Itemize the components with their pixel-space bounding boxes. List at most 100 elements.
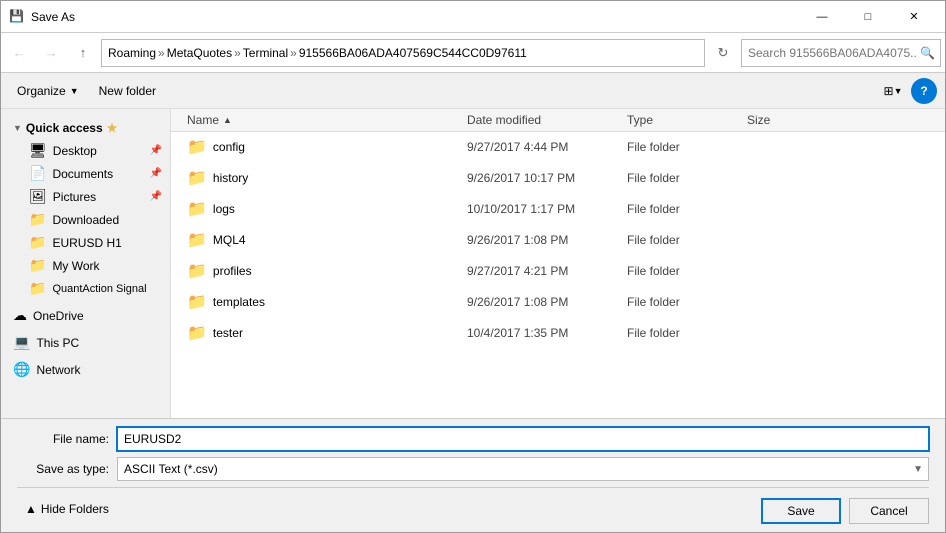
file-name: logs bbox=[213, 202, 235, 216]
documents-label: Documents bbox=[52, 167, 113, 181]
file-type-cell: File folder bbox=[619, 261, 739, 281]
network-label: Network bbox=[36, 363, 80, 377]
file-date-cell: 10/10/2017 1:17 PM bbox=[459, 199, 619, 219]
thispc-label: This PC bbox=[36, 336, 79, 350]
path-roaming: Roaming bbox=[108, 46, 156, 60]
table-row[interactable]: 📁 config 9/27/2017 4:44 PM File folder bbox=[171, 132, 945, 163]
table-row[interactable]: 📁 templates 9/26/2017 1:08 PM File folde… bbox=[171, 287, 945, 318]
col-date-label: Date modified bbox=[467, 113, 541, 127]
desktop-icon: 🖥 bbox=[29, 142, 47, 159]
folder-icon: 📁 bbox=[187, 323, 207, 343]
folder-icon: 📁 bbox=[187, 137, 207, 157]
sidebar-item-quantaction[interactable]: 📁 QuantAction Signal bbox=[1, 277, 170, 300]
file-date-cell: 10/4/2017 1:35 PM bbox=[459, 323, 619, 343]
address-path[interactable]: Roaming » MetaQuotes » Terminal » 915566… bbox=[101, 39, 705, 67]
new-folder-label: New folder bbox=[99, 84, 156, 98]
folder-icon: 📁 bbox=[187, 199, 207, 219]
organize-label: Organize bbox=[17, 84, 66, 98]
bottom-form: File name: Save as type: ASCII Text (*.c… bbox=[1, 418, 945, 532]
network-icon: 🌐 bbox=[13, 361, 30, 378]
savetype-row: Save as type: ASCII Text (*.csv) ▼ bbox=[17, 457, 929, 481]
mywork-icon: 📁 bbox=[29, 257, 46, 274]
file-name-cell: 📁 templates bbox=[179, 289, 459, 315]
file-name-cell: 📁 tester bbox=[179, 320, 459, 346]
onedrive-section: ☁ OneDrive bbox=[1, 304, 170, 327]
hide-folders-label: Hide Folders bbox=[41, 502, 109, 516]
col-type-label: Type bbox=[627, 113, 653, 127]
sidebar-item-pictures[interactable]: 🖼 Pictures 📌 bbox=[1, 185, 170, 208]
sidebar-item-network[interactable]: 🌐 Network bbox=[1, 358, 170, 381]
back-button[interactable]: ← bbox=[5, 39, 33, 67]
file-name-cell: 📁 logs bbox=[179, 196, 459, 222]
file-name-cell: 📁 history bbox=[179, 165, 459, 191]
sidebar-item-documents[interactable]: 📄 Documents 📌 bbox=[1, 162, 170, 185]
col-header-type[interactable]: Type bbox=[619, 109, 739, 131]
cancel-button[interactable]: Cancel bbox=[849, 498, 929, 524]
view-icon: ⊞ bbox=[884, 84, 894, 98]
organize-button[interactable]: Organize ▼ bbox=[9, 78, 87, 104]
sidebar-item-onedrive[interactable]: ☁ OneDrive bbox=[1, 304, 170, 327]
mywork-label: My Work bbox=[52, 259, 99, 273]
col-size-label: Size bbox=[747, 113, 770, 127]
onedrive-icon: ☁ bbox=[13, 307, 27, 324]
savetype-select[interactable]: ASCII Text (*.csv) bbox=[117, 457, 929, 481]
table-row[interactable]: 📁 profiles 9/27/2017 4:21 PM File folder bbox=[171, 256, 945, 287]
file-date-cell: 9/27/2017 4:21 PM bbox=[459, 261, 619, 281]
help-button[interactable]: ? bbox=[911, 78, 937, 104]
pictures-icon: 🖼 bbox=[29, 188, 47, 205]
network-section: 🌐 Network bbox=[1, 358, 170, 381]
table-row[interactable]: 📁 tester 10/4/2017 1:35 PM File folder bbox=[171, 318, 945, 349]
window-title: Save As bbox=[31, 10, 799, 24]
sidebar-item-eurusd[interactable]: 📁 EURUSD H1 bbox=[1, 231, 170, 254]
quick-access-header[interactable]: ▼ Quick access ★ bbox=[1, 117, 170, 139]
quantaction-label: QuantAction Signal bbox=[52, 283, 146, 295]
sidebar-item-desktop[interactable]: 🖥 Desktop 📌 bbox=[1, 139, 170, 162]
title-bar: 💾 Save As — □ ✕ bbox=[1, 1, 945, 33]
sidebar-item-thispc[interactable]: 💻 This PC bbox=[1, 331, 170, 354]
quantaction-icon: 📁 bbox=[29, 280, 46, 297]
file-size-cell bbox=[739, 144, 839, 150]
col-name-label: Name bbox=[187, 113, 219, 127]
sidebar-item-mywork[interactable]: 📁 My Work bbox=[1, 254, 170, 277]
up-button[interactable]: ↑ bbox=[69, 39, 97, 67]
filename-input[interactable] bbox=[117, 427, 929, 451]
sidebar-item-downloaded[interactable]: 📁 Downloaded bbox=[1, 208, 170, 231]
file-type-cell: File folder bbox=[619, 323, 739, 343]
file-size-cell bbox=[739, 330, 839, 336]
file-name: profiles bbox=[213, 264, 252, 278]
table-row[interactable]: 📁 logs 10/10/2017 1:17 PM File folder bbox=[171, 194, 945, 225]
folder-icon: 📁 bbox=[187, 168, 207, 188]
col-header-size[interactable]: Size bbox=[739, 109, 839, 131]
file-rows: 📁 config 9/27/2017 4:44 PM File folder 📁… bbox=[171, 132, 945, 349]
table-row[interactable]: 📁 MQL4 9/26/2017 1:08 PM File folder bbox=[171, 225, 945, 256]
col-header-date[interactable]: Date modified bbox=[459, 109, 619, 131]
search-input[interactable] bbox=[741, 39, 941, 67]
toolbar: Organize ▼ New folder ⊞ ▼ ? bbox=[1, 73, 945, 109]
file-size-cell bbox=[739, 268, 839, 274]
pictures-pin-icon: 📌 bbox=[150, 191, 162, 202]
sort-arrow: ▲ bbox=[223, 115, 232, 125]
file-list-header: Name ▲ Date modified Type Size bbox=[171, 109, 945, 132]
file-name: config bbox=[213, 140, 245, 154]
file-type-cell: File folder bbox=[619, 230, 739, 250]
file-size-cell bbox=[739, 175, 839, 181]
save-button[interactable]: Save bbox=[761, 498, 841, 524]
pictures-label: Pictures bbox=[53, 190, 96, 204]
forward-button[interactable]: → bbox=[37, 39, 65, 67]
maximize-button[interactable]: □ bbox=[845, 1, 891, 33]
quick-access-label: Quick access bbox=[26, 121, 103, 135]
search-wrapper: 🔍 bbox=[741, 39, 941, 67]
file-date-cell: 9/26/2017 1:08 PM bbox=[459, 292, 619, 312]
refresh-button[interactable]: ↻ bbox=[709, 39, 737, 67]
path-id: 915566BA06ADA407569C544CC0D97611 bbox=[299, 46, 527, 60]
close-button[interactable]: ✕ bbox=[891, 1, 937, 33]
title-controls: — □ ✕ bbox=[799, 1, 937, 33]
file-date-cell: 9/26/2017 10:17 PM bbox=[459, 168, 619, 188]
col-header-name[interactable]: Name ▲ bbox=[179, 109, 459, 131]
new-folder-button[interactable]: New folder bbox=[91, 78, 164, 104]
hide-folders-btn[interactable]: ▲ Hide Folders bbox=[17, 498, 117, 520]
view-button[interactable]: ⊞ ▼ bbox=[879, 78, 907, 104]
thispc-icon: 💻 bbox=[13, 334, 30, 351]
minimize-button[interactable]: — bbox=[799, 1, 845, 33]
table-row[interactable]: 📁 history 9/26/2017 10:17 PM File folder bbox=[171, 163, 945, 194]
